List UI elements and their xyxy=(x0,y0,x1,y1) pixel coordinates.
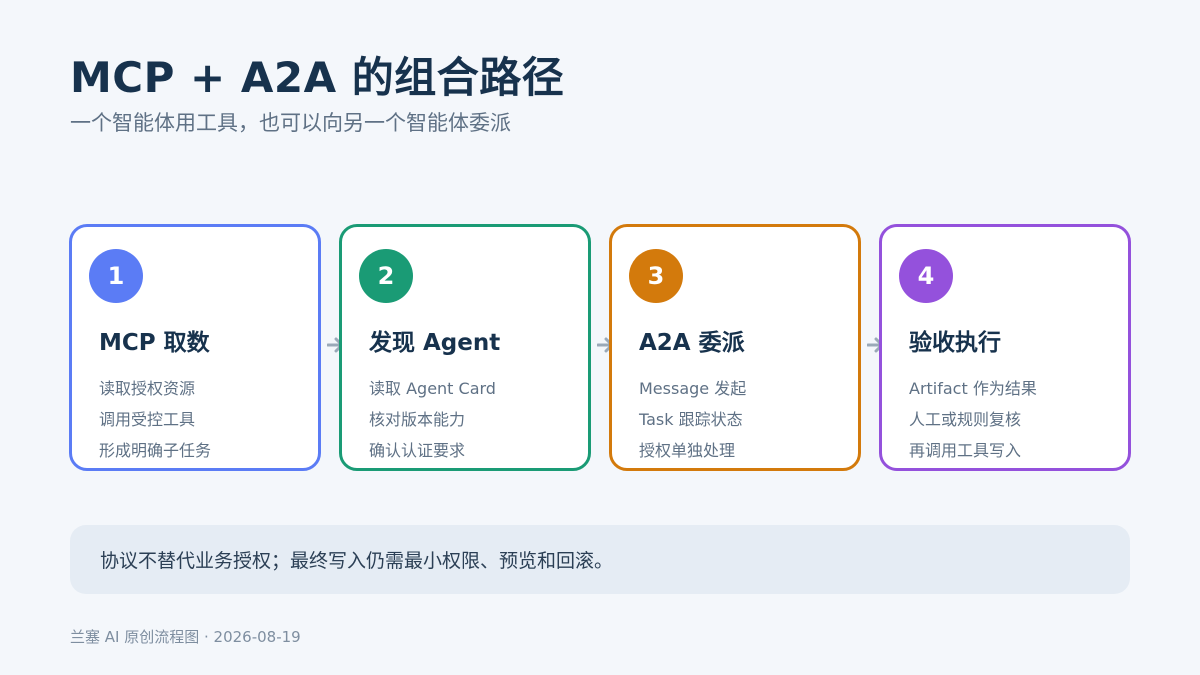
step-number-badge: 3 xyxy=(629,249,683,303)
step-detail-list: Message 发起 Task 跟踪状态 授权单独处理 xyxy=(639,373,746,466)
footer-credit: 兰塞 AI 原创流程图 · 2026-08-19 xyxy=(70,628,301,646)
page-subtitle: 一个智能体用工具，也可以向另一个智能体委派 xyxy=(70,111,511,135)
step-detail-list: Artifact 作为结果 人工或规则复核 再调用工具写入 xyxy=(909,373,1037,466)
step-detail-list: 读取 Agent Card 核对版本能力 确认认证要求 xyxy=(369,373,496,466)
step-number-badge: 2 xyxy=(359,249,413,303)
step-number-badge: 1 xyxy=(89,249,143,303)
step-detail: 授权单独处理 xyxy=(639,441,736,460)
step-detail: 人工或规则复核 xyxy=(909,410,1022,429)
step-detail: 形成明确子任务 xyxy=(99,441,212,460)
step-detail: 调用受控工具 xyxy=(99,410,196,429)
step-title: 验收执行 xyxy=(909,330,1001,356)
step-title: 发现 Agent xyxy=(369,330,501,356)
step-card-1: 1 MCP 取数 读取授权资源 调用受控工具 形成明确子任务 xyxy=(69,224,321,471)
step-detail: Message 发起 xyxy=(639,379,747,398)
step-number-badge: 4 xyxy=(899,249,953,303)
step-detail: 读取授权资源 xyxy=(99,379,196,398)
step-detail: 核对版本能力 xyxy=(369,410,466,429)
note-banner: 协议不替代业务授权；最终写入仍需最小权限、预览和回滚。 xyxy=(70,525,1130,594)
step-detail-list: 读取授权资源 调用受控工具 形成明确子任务 xyxy=(99,373,211,466)
step-detail: Artifact 作为结果 xyxy=(909,379,1037,398)
step-card-3: 3 A2A 委派 Message 发起 Task 跟踪状态 授权单独处理 xyxy=(609,224,861,471)
step-detail: 再调用工具写入 xyxy=(909,441,1022,460)
step-title: A2A 委派 xyxy=(639,330,745,356)
step-detail: 确认认证要求 xyxy=(369,441,466,460)
step-detail: 读取 Agent Card xyxy=(369,379,496,398)
page-title: MCP + A2A 的组合路径 xyxy=(70,53,565,102)
step-title: MCP 取数 xyxy=(99,330,210,356)
step-card-2: 2 发现 Agent 读取 Agent Card 核对版本能力 确认认证要求 xyxy=(339,224,591,471)
step-card-4: 4 验收执行 Artifact 作为结果 人工或规则复核 再调用工具写入 xyxy=(879,224,1131,471)
step-detail: Task 跟踪状态 xyxy=(639,410,743,429)
